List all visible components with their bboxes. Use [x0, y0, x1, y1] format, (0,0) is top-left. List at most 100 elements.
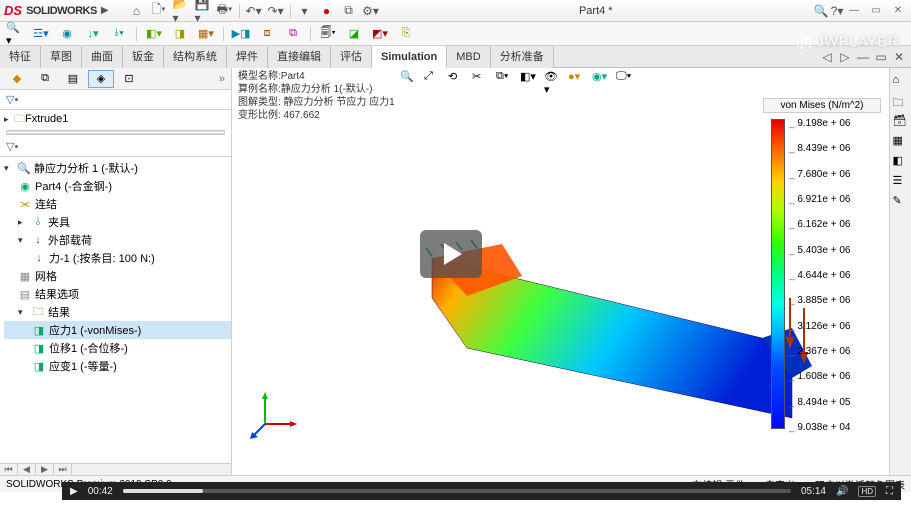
- load-icon[interactable]: ⫰▾: [110, 25, 128, 43]
- filter2-icon[interactable]: ▽•: [6, 140, 18, 153]
- close-button[interactable]: ✕: [889, 4, 907, 18]
- tree-connections[interactable]: 连结: [35, 196, 57, 212]
- player-seek-bar[interactable]: [123, 489, 791, 493]
- player-fullscreen-icon[interactable]: ⛶: [886, 486, 893, 497]
- display-tab-icon[interactable]: ◈: [88, 70, 114, 88]
- tree-results[interactable]: 结果: [48, 304, 70, 320]
- splitter-handle[interactable]: [6, 130, 225, 135]
- options-icon[interactable]: ⧉: [341, 3, 357, 19]
- tree-result-options[interactable]: 结果选项: [35, 286, 79, 302]
- tab-max-icon[interactable]: ▭: [873, 49, 889, 65]
- zoom-fit-icon[interactable]: 🔍: [400, 70, 418, 88]
- new-icon[interactable]: 🗋▾: [151, 3, 167, 19]
- config-name[interactable]: Fxtrude1: [25, 113, 68, 125]
- plot-icon[interactable]: ⧉: [284, 25, 302, 43]
- help-icon[interactable]: ?▾: [829, 3, 845, 19]
- list-icon[interactable]: ☲▾: [32, 25, 50, 43]
- redo-icon[interactable]: ↷▾: [268, 3, 284, 19]
- display-style-icon[interactable]: ◧▾: [520, 70, 538, 88]
- tab-sketch[interactable]: 草图: [41, 46, 82, 68]
- hide-show-icon[interactable]: 👁▾: [544, 70, 562, 88]
- connections-icon[interactable]: ◧▾: [145, 25, 163, 43]
- open-icon[interactable]: 📂▾: [173, 3, 189, 19]
- tab-close-icon[interactable]: ✕: [891, 49, 907, 65]
- expander-icon[interactable]: ▾: [18, 307, 28, 318]
- expander-icon[interactable]: ▾: [4, 163, 14, 174]
- panel-bottom-scroll[interactable]: ⏮◀▶⏭: [0, 463, 231, 475]
- mesh-icon[interactable]: ▦▾: [197, 25, 215, 43]
- results-icon[interactable]: ⧈: [258, 25, 276, 43]
- property-tab-icon[interactable]: ⧉: [32, 70, 58, 88]
- video-play-button[interactable]: [420, 230, 482, 278]
- appearance-icon[interactable]: ●▾: [568, 70, 586, 88]
- report-icon[interactable]: 🗐▾: [319, 25, 337, 43]
- run-icon[interactable]: ▶◨: [232, 25, 250, 43]
- tree-loads[interactable]: 外部载荷: [48, 232, 92, 248]
- tree-part[interactable]: Part4 (-合金钢-): [35, 178, 112, 194]
- study-icon[interactable]: 🔍▾: [6, 25, 24, 43]
- feature-tree-tab-icon[interactable]: ◆: [4, 70, 30, 88]
- tab-features[interactable]: 特征: [0, 46, 41, 68]
- player-volume-icon[interactable]: 🔊: [836, 486, 848, 497]
- tab-simulation[interactable]: Simulation: [372, 46, 447, 68]
- tab-prev-icon[interactable]: ◁: [819, 49, 835, 65]
- home-pane-icon[interactable]: ⌂: [893, 74, 909, 90]
- tree-mesh[interactable]: 网格: [35, 268, 57, 284]
- export-icon[interactable]: ⎘: [397, 25, 415, 43]
- tree-study[interactable]: 静应力分析 1 (-默认-): [34, 160, 138, 176]
- tab-mbd[interactable]: MBD: [447, 46, 490, 68]
- maximize-button[interactable]: ▭: [867, 4, 885, 18]
- tab-next-icon[interactable]: ▷: [837, 49, 853, 65]
- tab-weldments[interactable]: 焊件: [227, 46, 268, 68]
- minimize-button[interactable]: —: [845, 4, 863, 18]
- fixture-icon[interactable]: ↓▾: [84, 25, 102, 43]
- search-icon[interactable]: 🔍: [813, 3, 829, 19]
- section-icon[interactable]: ✂: [472, 70, 490, 88]
- settings-icon[interactable]: ⚙▾: [363, 3, 379, 19]
- tab-sheetmetal[interactable]: 钣金: [123, 46, 164, 68]
- appearances-icon[interactable]: ◧: [893, 154, 909, 170]
- print-icon[interactable]: 🖶▾: [217, 3, 233, 19]
- prev-view-icon[interactable]: ⟲: [448, 70, 466, 88]
- tree-fixtures[interactable]: 夹具: [48, 214, 70, 230]
- tab-evaluate[interactable]: 评估: [331, 46, 372, 68]
- config-tab-icon[interactable]: ▤: [60, 70, 86, 88]
- tree-force[interactable]: 力-1 (:按条目: 100 N:): [49, 250, 155, 266]
- filter-icon[interactable]: ▽•: [6, 93, 18, 106]
- rebuild-icon[interactable]: ●: [319, 3, 335, 19]
- resources-icon[interactable]: 🗀: [893, 94, 909, 110]
- scene-icon[interactable]: ◉▾: [592, 70, 610, 88]
- material-icon[interactable]: ◉: [58, 25, 76, 43]
- color-legend[interactable]: von Mises (N/m^2) 9.198e + 068.439e + 06…: [763, 98, 881, 433]
- shell-icon[interactable]: ◨: [171, 25, 189, 43]
- tab-analysis[interactable]: 分析准备: [491, 46, 554, 68]
- expander-icon[interactable]: ▾: [18, 235, 28, 246]
- custom-props-icon[interactable]: ☰: [893, 174, 909, 190]
- zoom-area-icon[interactable]: ⤢: [424, 70, 442, 88]
- render-icon[interactable]: 🖵▾: [616, 70, 634, 88]
- menu-expander-icon[interactable]: ▶: [101, 5, 109, 16]
- player-hd-badge[interactable]: HD: [858, 486, 876, 497]
- graphics-viewport[interactable]: 🔍 ⤢ ⟲ ✂ ⧉▾ ◧▾ 👁▾ ●▾ ◉▾ 🖵▾ 模型名称:Part4 算例名…: [232, 68, 911, 475]
- tab-min-icon[interactable]: —: [855, 49, 871, 65]
- save-icon[interactable]: 💾▾: [195, 3, 211, 19]
- tree-displacement-plot[interactable]: 位移1 (-合位移-): [49, 340, 128, 356]
- tab-directedit[interactable]: 直接编辑: [268, 46, 331, 68]
- tab-surfaces[interactable]: 曲面: [82, 46, 123, 68]
- config-expand-icon[interactable]: ▸: [4, 114, 14, 125]
- view-triad[interactable]: [250, 389, 300, 439]
- tab-structure[interactable]: 结构系统: [164, 46, 227, 68]
- tree-stress-plot[interactable]: 应力1 (-vonMises-): [49, 322, 141, 338]
- home-icon[interactable]: ⌂: [129, 3, 145, 19]
- expander-icon[interactable]: ▸: [18, 217, 28, 228]
- view-orient-icon[interactable]: ⧉▾: [496, 70, 514, 88]
- undo-icon[interactable]: ↶▾: [246, 3, 262, 19]
- player-play-icon[interactable]: ▶: [70, 486, 78, 497]
- compare-icon[interactable]: ◪: [345, 25, 363, 43]
- include-icon[interactable]: ◩▾: [371, 25, 389, 43]
- panel-collapse-icon[interactable]: »: [219, 73, 231, 85]
- select-icon[interactable]: ▾: [297, 3, 313, 19]
- view-palette-icon[interactable]: ▦: [893, 134, 909, 150]
- library-icon[interactable]: 🗃: [893, 114, 909, 130]
- forum-icon[interactable]: ✎: [893, 194, 909, 210]
